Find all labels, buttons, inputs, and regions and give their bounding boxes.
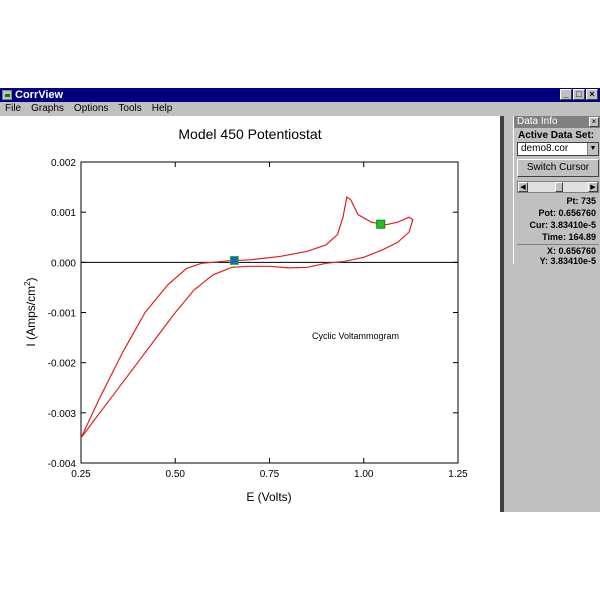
y-axis-label: I (Amps/cm2)	[23, 277, 38, 346]
point-index: Pt: 735	[566, 196, 596, 206]
title-bar: CorrView _ □ ×	[0, 88, 600, 102]
cursor-marker[interactable]	[229, 255, 239, 265]
maximize-button[interactable]: □	[573, 89, 585, 100]
panel-divider	[517, 244, 599, 245]
menu-graphs[interactable]: Graphs	[31, 103, 64, 114]
cursor-y-value: Y: 3.83410e-5	[539, 256, 596, 266]
y-tick-label: -0.002	[48, 359, 77, 370]
x-tick-label: 1.00	[354, 469, 374, 480]
cv-curve	[80, 196, 414, 439]
data-set-value: demo8.cor	[521, 143, 569, 154]
window-title: CorrView	[15, 89, 64, 101]
scroll-thumb[interactable]	[555, 182, 563, 192]
scroll-left-icon[interactable]: ◀	[518, 182, 528, 192]
x-tick-label: 0.75	[260, 469, 280, 480]
x-tick-label: 0.25	[71, 469, 91, 480]
cursor-scrollbar[interactable]: ◀ ▶	[517, 181, 599, 193]
minimize-button[interactable]: _	[560, 89, 572, 100]
plot-area[interactable]: Model 450 Potentiostat 0.002 0.001 0.000 -0…	[0, 116, 504, 512]
cursor-marker[interactable]	[376, 219, 386, 229]
panel-title-bar: Data Info ×	[514, 116, 600, 128]
chevron-down-icon[interactable]: ▼	[587, 143, 598, 155]
close-button[interactable]: ×	[586, 89, 598, 100]
panel-close-button[interactable]: ×	[589, 117, 599, 127]
x-tick-label: 0.50	[166, 469, 186, 480]
current-value: Cur: 3.83410e-5	[529, 220, 596, 230]
y-tick-label: -0.001	[48, 309, 77, 320]
menu-options[interactable]: Options	[74, 103, 108, 114]
data-info-panel: Data Info × Active Data Set: demo8.cor ▼…	[513, 116, 600, 266]
cursor-x-value: X: 0.656760	[546, 246, 596, 256]
chart-annotation: Cyclic Voltammogram	[312, 331, 399, 341]
y-tick-label: 0.000	[51, 258, 76, 269]
y-tick-label: -0.003	[48, 409, 77, 420]
menu-tools[interactable]: Tools	[118, 103, 141, 114]
app-icon	[2, 90, 12, 100]
cv-chart[interactable]: Model 450 Potentiostat 0.002 0.001 0.000 -0…	[0, 116, 500, 512]
potential-value: Pot: 0.656760	[538, 208, 596, 218]
menu-help[interactable]: Help	[152, 103, 173, 114]
switch-cursor-button[interactable]: Switch Cursor	[517, 159, 599, 177]
scroll-right-icon[interactable]: ▶	[588, 182, 598, 192]
plot-border	[80, 161, 459, 464]
menu-file[interactable]: File	[5, 103, 21, 114]
x-axis-label: E (Volts)	[246, 490, 291, 504]
active-data-set-label: Active Data Set:	[518, 130, 595, 141]
y-tick-label: 0.002	[51, 158, 76, 169]
panel-title: Data Info	[517, 116, 558, 127]
time-value: Time: 164.89	[542, 232, 596, 242]
data-set-select[interactable]: demo8.cor ▼	[517, 142, 599, 156]
menu-bar: File Graphs Options Tools Help	[0, 102, 600, 115]
y-tick-label: 0.001	[51, 208, 76, 219]
x-tick-label: 1.25	[448, 469, 468, 480]
chart-title: Model 450 Potentiostat	[178, 126, 321, 142]
corrview-window: CorrView _ □ × File Graphs Options Tools Hel…	[0, 88, 600, 512]
